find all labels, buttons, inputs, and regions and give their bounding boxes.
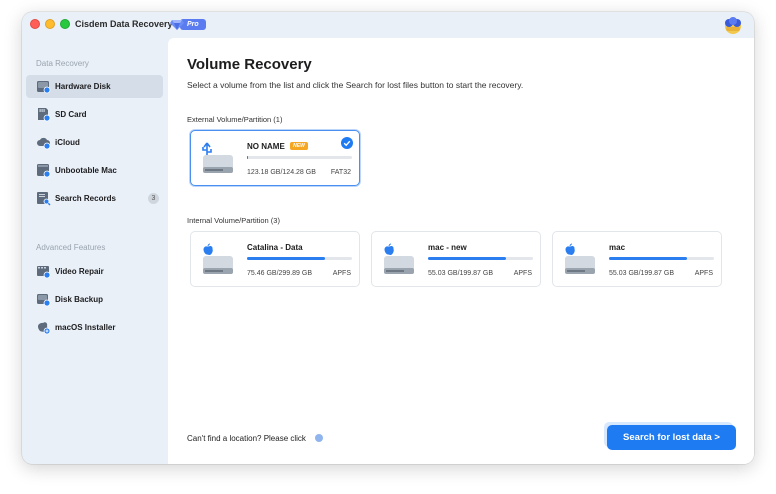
volume-card-no-name[interactable]: NO NAME NEW 123.18 GB/124.28 GB FAT32 (190, 130, 360, 186)
help-text: Can't find a location? Please click (187, 434, 306, 443)
volume-name: mac - new (428, 243, 467, 252)
volume-card-catalina-data[interactable]: Catalina - Data 75.46 GB/299.89 GB APFS (190, 231, 360, 287)
sidebar-item-label: iCloud (55, 138, 80, 147)
sidebar-item-disk-backup[interactable]: Disk Backup (26, 288, 163, 311)
sidebar-item-label: Video Repair (55, 267, 104, 276)
sd-card-icon (38, 108, 51, 122)
usage-bar-fill (609, 257, 687, 260)
volume-filesystem: APFS (513, 270, 532, 277)
hard-drive-icon (384, 243, 414, 274)
disk-backup-icon (37, 294, 51, 307)
video-repair-icon (37, 266, 51, 279)
volume-size: 55.03 GB/199.87 GB (428, 270, 493, 277)
minimize-window-button[interactable] (45, 19, 55, 29)
volume-card-mac-new[interactable]: mac - new 55.03 GB/199.87 GB APFS (371, 231, 541, 287)
app-window: Cisdem Data Recovery Pro Data Recovery H… (22, 12, 754, 464)
internal-volume-label: Internal Volume/Partition (3) (187, 216, 280, 225)
usage-bar (609, 257, 714, 260)
page-subtitle: Select a volume from the list and click … (187, 80, 524, 90)
sidebar-item-label: Search Records (55, 194, 116, 203)
search-records-count-badge: 3 (148, 193, 159, 204)
sidebar-item-label: macOS Installer (55, 323, 116, 332)
main-panel: Volume Recovery Select a volume from the… (168, 38, 754, 464)
volume-filesystem: APFS (332, 270, 351, 277)
sidebar-item-search-records[interactable]: Search Records 3 (26, 187, 163, 210)
sidebar-item-video-repair[interactable]: Video Repair (26, 260, 163, 283)
diamond-icon (170, 20, 184, 30)
usage-bar-fill (247, 257, 325, 260)
account-avatar-icon[interactable] (722, 15, 744, 35)
sidebar-item-sd-card[interactable]: SD Card (26, 103, 163, 126)
section-label-data-recovery: Data Recovery (36, 59, 89, 68)
volume-size: 55.03 GB/199.87 GB (609, 270, 674, 277)
zoom-window-button[interactable] (60, 19, 70, 29)
volume-name: Catalina - Data (247, 243, 303, 252)
search-lost-data-button[interactable]: Search for lost data > (607, 425, 736, 450)
usage-bar-fill (247, 156, 249, 159)
volume-name: mac (609, 243, 626, 252)
new-tag-badge: NEW (290, 142, 308, 150)
hard-drive-icon (203, 243, 233, 274)
sidebar-item-unbootable-mac[interactable]: Unbootable Mac (26, 159, 163, 182)
checkmark-icon (341, 137, 353, 149)
sidebar-item-icloud[interactable]: iCloud (26, 131, 163, 154)
usage-bar (428, 257, 533, 260)
unbootable-mac-icon (37, 164, 51, 178)
section-label-advanced-features: Advanced Features (36, 243, 106, 252)
app-title: Cisdem Data Recovery (75, 19, 173, 29)
pro-badge: Pro (170, 18, 206, 31)
usage-bar (247, 156, 352, 159)
volume-size: 75.46 GB/299.89 GB (247, 270, 312, 277)
external-volume-label: External Volume/Partition (1) (187, 115, 283, 124)
sidebar-item-macos-installer[interactable]: macOS Installer (26, 316, 163, 339)
usb-drive-icon (202, 142, 233, 173)
sidebar-item-label: SD Card (55, 110, 87, 119)
volume-card-mac[interactable]: mac 55.03 GB/199.87 GB APFS (552, 231, 722, 287)
page-title: Volume Recovery (187, 56, 312, 73)
sidebar-item-label: Unbootable Mac (55, 166, 117, 175)
search-records-icon (37, 192, 51, 206)
icloud-icon (37, 137, 51, 150)
usage-bar-fill (428, 257, 506, 260)
help-link-icon[interactable] (315, 434, 323, 442)
sidebar-item-label: Disk Backup (55, 295, 104, 304)
sidebar-item-hardware-disk[interactable]: Hardware Disk (26, 75, 163, 98)
volume-filesystem: APFS (694, 270, 713, 277)
sidebar: Data Recovery Hardware Disk SD Card iClo… (22, 38, 168, 464)
hardware-disk-icon (37, 81, 51, 94)
volume-size: 123.18 GB/124.28 GB (247, 169, 316, 176)
volume-name: NO NAME (247, 142, 285, 151)
sidebar-item-label: Hardware Disk (55, 82, 111, 91)
macos-installer-icon (38, 322, 51, 335)
close-window-button[interactable] (30, 19, 40, 29)
volume-filesystem: FAT32 (330, 169, 351, 176)
title-bar: Cisdem Data Recovery Pro (22, 12, 754, 38)
usage-bar (247, 257, 352, 260)
hard-drive-icon (565, 243, 595, 274)
